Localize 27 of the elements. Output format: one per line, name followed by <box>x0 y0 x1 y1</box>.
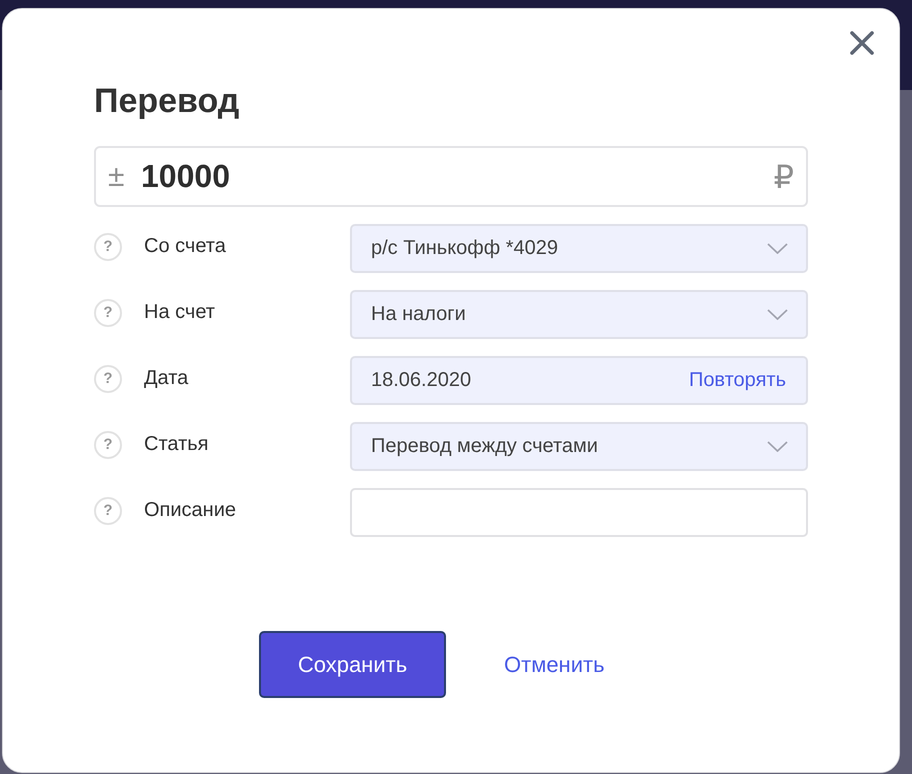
dropdown-select[interactable]: На налоги <box>350 290 808 339</box>
help-icon[interactable]: ? <box>94 430 122 458</box>
chevron-down-icon <box>767 243 788 254</box>
field-label: Описание <box>144 499 236 522</box>
field-label: На счет <box>144 301 215 324</box>
plus-minus-toggle[interactable]: ± <box>108 162 130 192</box>
save-button[interactable]: Сохранить <box>259 631 446 698</box>
description-input[interactable] <box>350 488 808 537</box>
dropdown-select[interactable]: Перевод между счетами <box>350 422 808 471</box>
date-field[interactable]: 18.06.2020 Повторять <box>350 356 808 405</box>
field-label: Со счета <box>144 235 226 258</box>
help-icon[interactable]: ? <box>94 232 122 260</box>
chevron-down-icon <box>767 441 788 452</box>
chevron-down-icon <box>767 309 788 320</box>
ruble-sign: ₽ <box>774 160 794 192</box>
repeat-link[interactable]: Повторять <box>688 369 786 392</box>
amount-field[interactable]: ± 10000 ₽ <box>94 146 808 207</box>
help-icon[interactable]: ? <box>94 496 122 524</box>
close-button[interactable] <box>850 31 874 55</box>
cancel-link[interactable]: Отменить <box>504 652 605 678</box>
dialog-title: Перевод <box>94 81 240 121</box>
help-icon[interactable]: ? <box>94 364 122 392</box>
field-label: Статья <box>144 433 208 456</box>
close-icon <box>850 31 874 55</box>
help-icon[interactable]: ? <box>94 298 122 326</box>
field-label: Дата <box>144 367 188 390</box>
dropdown-select[interactable]: р/с Тинькофф *4029 <box>350 224 808 273</box>
